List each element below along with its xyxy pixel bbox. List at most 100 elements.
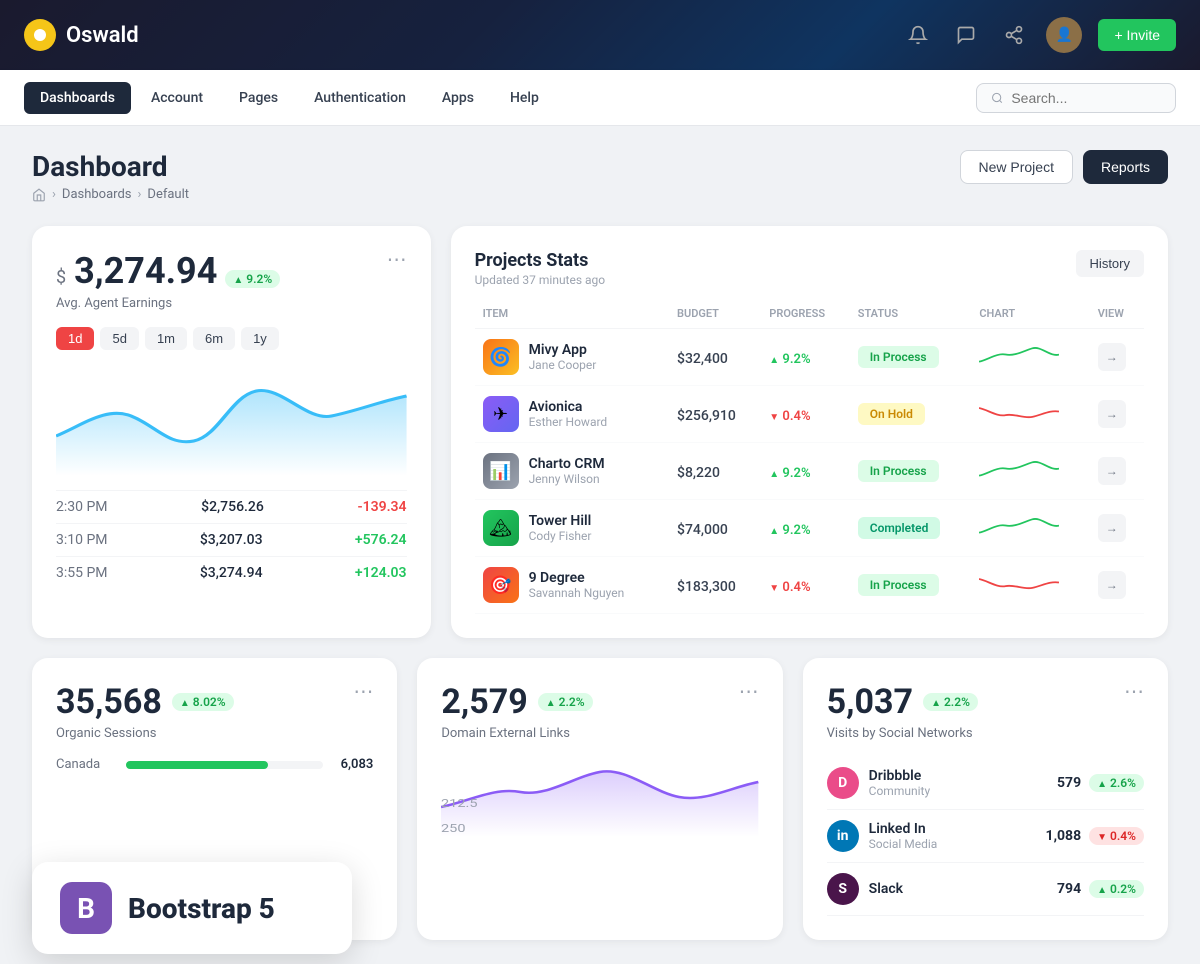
nav-item-pages[interactable]: Pages xyxy=(223,82,294,114)
sessions-number: 35,568 ▲ 8.02% xyxy=(56,682,234,722)
brand-area: Oswald xyxy=(24,19,139,51)
top-cards-grid: $ 3,274.94 ▲ 9.2% Avg. Agent Earnings ⋯ … xyxy=(32,226,1168,638)
project-icon: 🌀 xyxy=(483,339,519,375)
social-more-button[interactable]: ⋯ xyxy=(1124,682,1144,702)
project-sparkline xyxy=(979,340,1059,370)
topbar: Oswald 👤 + Invite xyxy=(0,0,1200,70)
svg-text:212.5: 212.5 xyxy=(441,798,477,811)
project-view-button[interactable]: → xyxy=(1098,571,1126,599)
project-progress: ▲ 9.2% xyxy=(769,352,810,367)
search-input[interactable] xyxy=(1011,90,1161,106)
country-bar-bg xyxy=(126,761,323,769)
project-owner: Jane Cooper xyxy=(529,358,597,372)
project-name: Mivy App xyxy=(529,342,597,358)
nav-item-authentication[interactable]: Authentication xyxy=(298,82,422,114)
social-network-type: Community xyxy=(869,784,930,798)
social-badge-item: ▲ 2.6% xyxy=(1089,774,1144,792)
project-view-button[interactable]: → xyxy=(1098,457,1126,485)
history-button[interactable]: History xyxy=(1076,250,1144,277)
sessions-more-button[interactable]: ⋯ xyxy=(353,682,373,702)
messages-icon[interactable] xyxy=(950,19,982,51)
social-network-type: Social Media xyxy=(869,837,938,851)
notification-icon[interactable] xyxy=(902,19,934,51)
nav-item-apps[interactable]: Apps xyxy=(426,82,490,114)
links-card: 2,579 ▲ 2.2% Domain External Links ⋯ xyxy=(417,658,782,940)
project-icon: ✈ xyxy=(483,396,519,432)
bootstrap-overlay: B Bootstrap 5 xyxy=(32,862,352,954)
invite-button[interactable]: + Invite xyxy=(1098,19,1176,51)
social-network-name: Linked In xyxy=(869,821,938,837)
nav-item-dashboards[interactable]: Dashboards xyxy=(24,82,131,114)
project-view-button[interactable]: → xyxy=(1098,343,1126,371)
social-badge: ▲ 2.2% xyxy=(923,693,978,711)
nav-item-help[interactable]: Help xyxy=(494,82,555,114)
topbar-actions: 👤 + Invite xyxy=(902,17,1176,53)
table-row: 🌀 Mivy App Jane Cooper $32,400 ▲ 9.2% In… xyxy=(475,329,1144,386)
nav-menu: Dashboards Account Pages Authentication … xyxy=(0,70,1200,126)
project-status: Completed xyxy=(858,517,941,539)
stat-rows: 2:30 PM $2,756.26 -139.34 3:10 PM $3,207… xyxy=(56,490,407,589)
brand-name: Oswald xyxy=(66,23,139,48)
social-badge-item: ▲ 0.2% xyxy=(1089,880,1144,898)
search-box[interactable] xyxy=(976,83,1176,113)
project-owner: Jenny Wilson xyxy=(529,472,605,486)
nav-item-account[interactable]: Account xyxy=(135,82,219,114)
filter-6m[interactable]: 6m xyxy=(193,327,235,350)
links-chart: 250 212.5 xyxy=(441,757,758,841)
sessions-badge: ▲ 8.02% xyxy=(172,693,234,711)
new-project-button[interactable]: New Project xyxy=(960,150,1073,184)
filter-1y[interactable]: 1y xyxy=(241,327,279,350)
logo-icon xyxy=(24,19,56,51)
bootstrap-icon: B xyxy=(60,882,112,934)
links-more-button[interactable]: ⋯ xyxy=(739,682,759,702)
earnings-value: 3,274.94 xyxy=(74,250,217,292)
time-filters: 1d 5d 1m 6m 1y xyxy=(56,327,407,350)
projects-card: Projects Stats Updated 37 minutes ago Hi… xyxy=(451,226,1168,638)
social-network-icon: D xyxy=(827,767,859,799)
projects-card-header: Projects Stats Updated 37 minutes ago Hi… xyxy=(475,250,1144,287)
project-sparkline xyxy=(979,568,1059,598)
filter-1m[interactable]: 1m xyxy=(145,327,187,350)
social-count: 579 xyxy=(1057,775,1081,791)
sessions-label: Organic Sessions xyxy=(56,726,234,741)
table-header-row: ITEM BUDGET PROGRESS STATUS CHART VIEW xyxy=(475,299,1144,329)
stat-change-2: +576.24 xyxy=(355,532,407,548)
search-icon xyxy=(991,91,1003,105)
projects-table: ITEM BUDGET PROGRESS STATUS CHART VIEW 🌀… xyxy=(475,299,1144,614)
social-row: S Slack 794 ▲ 0.2% xyxy=(827,863,1144,916)
project-item: 📊 Charto CRM Jenny Wilson xyxy=(483,453,661,489)
project-name: 9 Degree xyxy=(529,570,625,586)
stat-time-3: 3:55 PM xyxy=(56,565,108,581)
project-progress: ▼ 0.4% xyxy=(769,409,810,424)
project-status: In Process xyxy=(858,574,939,596)
breadcrumb-dashboards[interactable]: Dashboards xyxy=(62,187,132,202)
project-progress: ▲ 9.2% xyxy=(769,466,810,481)
reports-button[interactable]: Reports xyxy=(1083,150,1168,184)
filter-5d[interactable]: 5d xyxy=(100,327,138,350)
country-row: Canada 6,083 xyxy=(56,757,373,772)
projects-title: Projects Stats xyxy=(475,250,606,271)
table-row: 🎯 9 Degree Savannah Nguyen $183,300 ▼ 0.… xyxy=(475,557,1144,614)
social-number: 5,037 ▲ 2.2% xyxy=(827,682,978,722)
page-header: Dashboard › Dashboards › Default New Pro… xyxy=(32,150,1168,202)
project-icon: 🎯 xyxy=(483,567,519,603)
user-avatar[interactable]: 👤 xyxy=(1046,17,1082,53)
earnings-more-button[interactable]: ⋯ xyxy=(387,250,407,270)
project-item: ✈ Avionica Esther Howard xyxy=(483,396,661,432)
project-budget: $32,400 xyxy=(677,351,728,367)
col-view: VIEW xyxy=(1090,299,1144,329)
stat-row-2: 3:10 PM $3,207.03 +576.24 xyxy=(56,523,407,556)
project-owner: Cody Fisher xyxy=(529,529,592,543)
earnings-chart xyxy=(56,366,407,480)
project-budget: $256,910 xyxy=(677,408,736,424)
stat-row-1: 2:30 PM $2,756.26 -139.34 xyxy=(56,490,407,523)
social-network-icon: S xyxy=(827,873,859,905)
share-icon[interactable] xyxy=(998,19,1030,51)
filter-1d[interactable]: 1d xyxy=(56,327,94,350)
project-view-button[interactable]: → xyxy=(1098,514,1126,542)
col-chart: CHART xyxy=(971,299,1089,329)
project-sparkline xyxy=(979,397,1059,427)
project-view-button[interactable]: → xyxy=(1098,400,1126,428)
header-actions: New Project Reports xyxy=(960,150,1169,184)
project-status: In Process xyxy=(858,346,939,368)
